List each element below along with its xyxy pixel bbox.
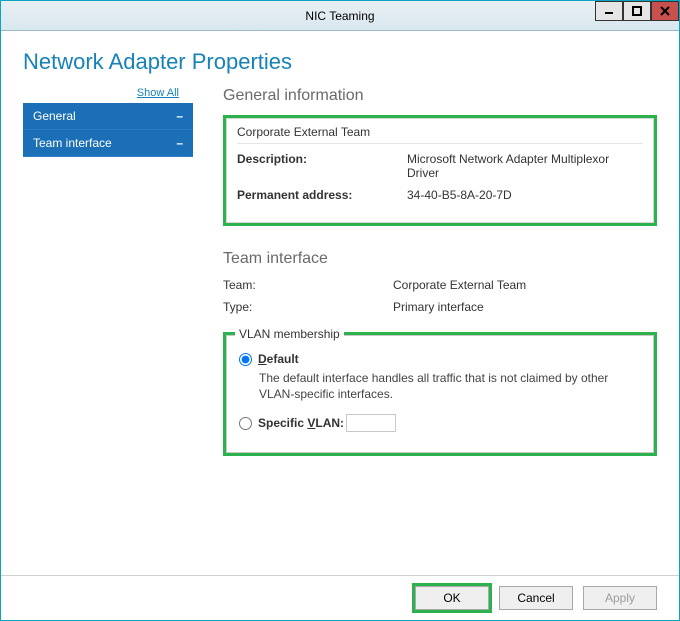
description-row: Description: Microsoft Network Adapter M…	[237, 152, 643, 180]
perm-addr-label: Permanent address:	[237, 188, 407, 202]
cancel-button[interactable]: Cancel	[499, 586, 573, 610]
body: Show All General – Team interface – Gene…	[23, 87, 657, 569]
collapse-icon: –	[176, 136, 183, 150]
type-value: Primary interface	[393, 300, 657, 314]
sidebar-item-team-interface[interactable]: Team interface –	[23, 130, 193, 157]
maximize-button[interactable]	[623, 1, 651, 21]
vlan-default-desc: The default interface handles all traffi…	[259, 370, 641, 402]
sidebar-item-label: General	[33, 109, 76, 123]
sidebar: Show All General – Team interface –	[23, 87, 193, 569]
team-label: Team:	[223, 278, 393, 292]
minimize-button[interactable]	[595, 1, 623, 21]
ok-button[interactable]: OK	[415, 586, 489, 610]
footer: OK Cancel Apply	[1, 575, 679, 620]
team-row: Team: Corporate External Team	[223, 278, 657, 292]
apply-button[interactable]: Apply	[583, 586, 657, 610]
close-button[interactable]	[651, 1, 679, 21]
show-all-link[interactable]: Show All	[23, 87, 193, 103]
type-label: Type:	[223, 300, 393, 314]
team-interface-heading: Team interface	[223, 250, 657, 268]
vlan-default-label: Default	[258, 352, 299, 366]
general-highlight: Corporate External Team Description: Mic…	[223, 115, 657, 226]
vlan-default-row[interactable]: Default	[239, 352, 641, 366]
collapse-icon: –	[176, 109, 183, 123]
perm-addr-value: 34-40-B5-8A-20-7D	[407, 188, 643, 202]
vlan-highlight: VLAN membership Default The default inte…	[223, 332, 657, 456]
sidebar-item-general[interactable]: General –	[23, 103, 193, 130]
perm-addr-row: Permanent address: 34-40-B5-8A-20-7D	[237, 188, 643, 202]
team-interface-block: Team: Corporate External Team Type: Prim…	[223, 278, 657, 314]
content: Network Adapter Properties Show All Gene…	[1, 31, 679, 575]
titlebar: NIC Teaming	[1, 1, 679, 31]
vlan-specific-input[interactable]	[346, 414, 396, 432]
vlan-legend: VLAN membership	[235, 327, 344, 341]
team-name: Corporate External Team	[237, 125, 643, 144]
main: General information Corporate External T…	[193, 87, 657, 569]
description-label: Description:	[237, 152, 407, 180]
general-panel: Corporate External Team Description: Mic…	[226, 118, 654, 223]
window-title: NIC Teaming	[305, 9, 374, 23]
sidebar-item-label: Team interface	[33, 136, 112, 150]
page-title: Network Adapter Properties	[23, 49, 657, 75]
general-heading: General information	[223, 87, 657, 105]
vlan-specific-radio[interactable]	[239, 417, 252, 430]
vlan-fieldset: VLAN membership Default The default inte…	[226, 335, 654, 453]
type-row: Type: Primary interface	[223, 300, 657, 314]
team-value: Corporate External Team	[393, 278, 657, 292]
vlan-specific-label: Specific VLAN:	[258, 416, 344, 430]
window-controls	[595, 1, 679, 21]
vlan-specific-row[interactable]: Specific VLAN:	[239, 414, 641, 432]
description-value: Microsoft Network Adapter Multiplexor Dr…	[407, 152, 643, 180]
vlan-default-radio[interactable]	[239, 353, 252, 366]
